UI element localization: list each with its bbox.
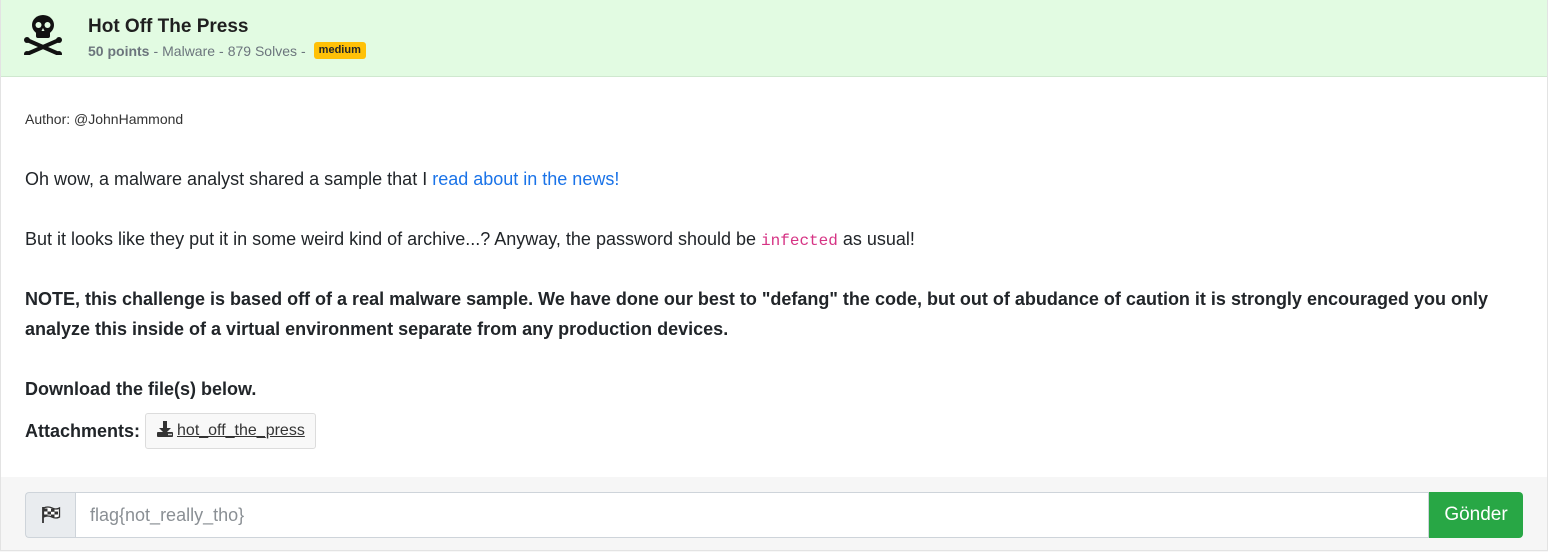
difficulty-badge: medium: [313, 42, 366, 59]
flag-input[interactable]: [75, 492, 1429, 538]
attachments-label: Attachments:: [25, 420, 141, 441]
challenge-category: Malware: [162, 42, 216, 59]
author-line: Author: @JohnHammond: [25, 111, 184, 127]
download-icon: [156, 420, 177, 443]
checkered-flag-icon: [25, 492, 75, 538]
download-instruction: Download the file(s) below.: [25, 379, 257, 399]
submit-button[interactable]: Gönder: [1429, 492, 1523, 538]
challenge-meta: 50 points - Malware - 879 Solves - mediu…: [88, 42, 366, 59]
challenge-points: 50 points: [88, 42, 150, 59]
challenge-card: Hot Off The Press 50 points - Malware - …: [0, 0, 1548, 551]
description-paragraph: Oh wow, a malware analyst shared a sampl…: [25, 164, 1525, 194]
attachment-filename: hot_off_the_press: [177, 422, 305, 439]
attachments-row: Attachments: hot_off_the_press: [25, 413, 316, 449]
description-paragraph: But it looks like they put it in some we…: [25, 224, 1525, 256]
challenge-header: Hot Off The Press 50 points - Malware - …: [1, 0, 1547, 77]
challenge-solves: 879 Solves: [227, 42, 297, 59]
warning-note: NOTE, this challenge is based off of a r…: [25, 289, 1488, 339]
flag-input-group: Gönder: [25, 492, 1523, 538]
flag-submission-area: Gönder: [1, 477, 1547, 550]
attachment-download-button[interactable]: hot_off_the_press: [145, 413, 316, 449]
paragraph-text: as usual!: [837, 229, 915, 249]
news-link[interactable]: read about in the news!: [432, 169, 619, 189]
meta-separator: -: [153, 42, 159, 59]
meta-separator: -: [301, 42, 306, 59]
meta-separator: -: [219, 42, 224, 59]
paragraph-text: But it looks like they put it in some we…: [25, 229, 762, 249]
skull-crossbones-icon: [23, 13, 63, 57]
challenge-title: Hot Off The Press: [88, 16, 249, 37]
password-code: infected: [761, 232, 838, 250]
paragraph-text: Oh wow, a malware analyst shared a sampl…: [25, 169, 433, 189]
